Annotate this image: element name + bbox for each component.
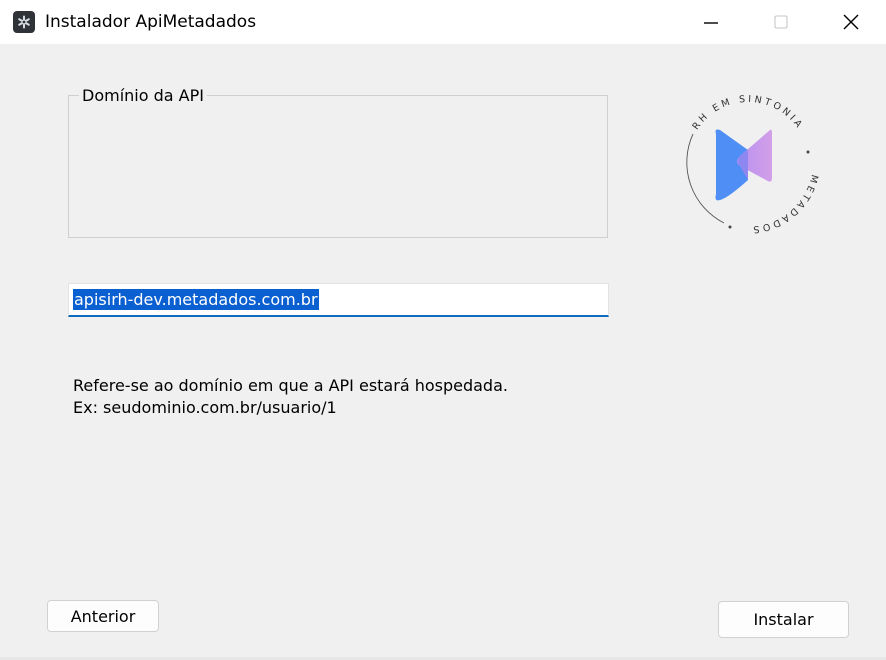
maximize-button[interactable] — [746, 0, 816, 44]
asterisk-gear-icon — [18, 15, 30, 29]
previous-button[interactable]: Anterior — [47, 600, 159, 632]
close-icon — [843, 14, 859, 30]
install-button[interactable]: Instalar — [718, 601, 849, 638]
logo-text-bottom: METADADOS — [750, 173, 817, 235]
app-icon — [13, 11, 35, 33]
domain-groupbox — [68, 95, 608, 238]
svg-text:RH EM SINTONIA: RH EM SINTONIA — [690, 94, 805, 132]
logo-text-top: RH EM SINTONIA — [690, 94, 802, 132]
minimize-button[interactable] — [676, 0, 746, 44]
domain-input[interactable]: apisirh-dev.metadados.com.br — [68, 283, 609, 317]
groupbox-label: Domínio da API — [79, 86, 207, 106]
svg-text:METADADOS: METADADOS — [750, 173, 820, 235]
help-text: Refere-se ao domínio em que a API estará… — [73, 375, 508, 419]
window-title: Instalador ApiMetadados — [45, 12, 257, 32]
title-bar[interactable]: Instalador ApiMetadados — [0, 0, 886, 44]
domain-input-value: apisirh-dev.metadados.com.br — [73, 289, 319, 310]
help-line-description: Refere-se ao domínio em que a API estará… — [73, 376, 508, 395]
metadados-logo: RH EM SINTONIA METADADOS — [668, 82, 828, 242]
installer-window: Instalador ApiMetadados Domínio da API a… — [0, 0, 886, 660]
maximize-icon — [774, 15, 788, 29]
close-button[interactable] — [816, 0, 886, 44]
minimize-icon — [704, 22, 718, 24]
help-line-example: Ex: seudominio.com.br/usuario/1 — [73, 398, 337, 417]
logo-graphic: RH EM SINTONIA METADADOS — [686, 94, 820, 235]
